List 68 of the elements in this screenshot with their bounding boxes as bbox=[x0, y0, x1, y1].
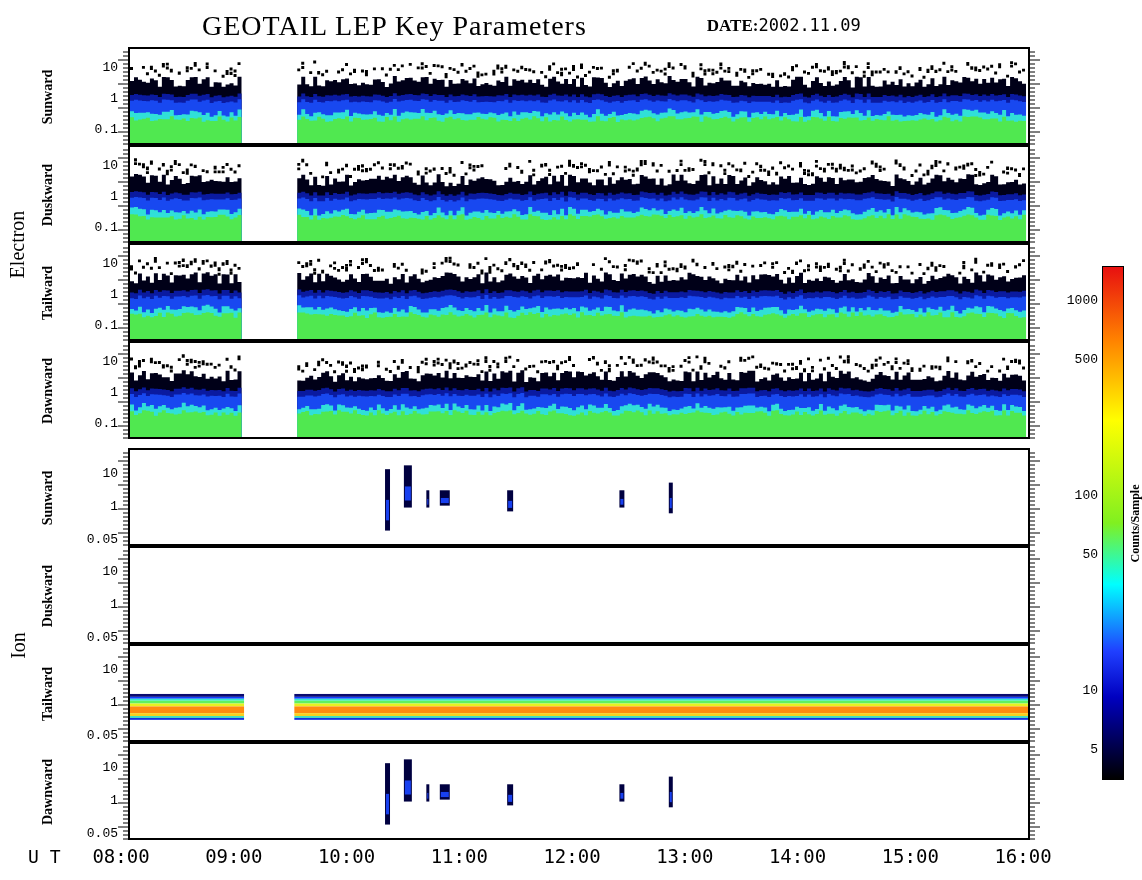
chart-title: GEOTAIL LEP Key Parameters bbox=[202, 9, 587, 43]
panel-label: Sunward bbox=[40, 69, 56, 125]
axis-tick-label: 0.1 bbox=[94, 221, 118, 235]
axis-tick-label: 1 bbox=[110, 500, 118, 514]
axis-tick-label: 0.1 bbox=[94, 319, 118, 333]
colorbar-tick-label: 10 bbox=[1082, 684, 1098, 699]
date-value: 2002.11.09 bbox=[758, 15, 861, 35]
particle-burst bbox=[507, 490, 514, 512]
axis-tick-label: 0.1 bbox=[94, 123, 118, 137]
panel-label: Tailward bbox=[40, 266, 56, 320]
particle-burst bbox=[426, 784, 430, 802]
particle-burst bbox=[619, 784, 625, 802]
date-label: DATE: bbox=[706, 16, 759, 35]
axis-tick-label: 10:00 bbox=[316, 845, 377, 867]
axis-tick-label: 14:00 bbox=[767, 845, 828, 867]
axis-tick-label: 15:00 bbox=[880, 845, 940, 867]
particle-burst bbox=[668, 482, 673, 514]
axis-tick-label: 10 bbox=[102, 355, 118, 369]
colorbar-tick-label: 1000 bbox=[1066, 294, 1098, 309]
axis-tick-label: 10 bbox=[102, 159, 118, 173]
axis-tick-label: 09:00 bbox=[204, 845, 264, 867]
axis-tick-label: 1 bbox=[110, 794, 118, 808]
axis-tick-label: 0.05 bbox=[86, 631, 118, 645]
axis-tick-label: 0.05 bbox=[86, 827, 118, 841]
particle-burst bbox=[385, 469, 390, 531]
panel-label: Dawnward bbox=[40, 357, 56, 425]
axis-tick-label: 16:00 bbox=[993, 845, 1053, 867]
axis-tick-label: 10 bbox=[102, 257, 118, 271]
axis-tick-label: 0.1 bbox=[94, 417, 118, 431]
particle-burst bbox=[426, 490, 430, 508]
axis-tick-label: 12:00 bbox=[542, 845, 602, 867]
colorbar-tick-label: 5 bbox=[1090, 742, 1098, 757]
axis-tick-label: 0.05 bbox=[86, 533, 118, 547]
panel-label: Dawnward bbox=[40, 758, 56, 826]
particle-burst bbox=[619, 490, 625, 508]
particle-burst bbox=[439, 490, 450, 506]
axis-tick-label: 08:00 bbox=[91, 845, 151, 867]
axis-tick-label: 11:00 bbox=[429, 845, 489, 867]
colorbar-tick-label: 100 bbox=[1074, 489, 1098, 504]
axis-tick-label: 10 bbox=[102, 467, 118, 481]
axis-tick-label: 13:00 bbox=[655, 845, 715, 867]
panel-label: Duskward bbox=[40, 163, 56, 227]
colorbar-title: Counts/Sample bbox=[1127, 484, 1142, 562]
particle-burst bbox=[385, 763, 390, 825]
axis-tick-label: 0.05 bbox=[86, 729, 118, 743]
panel-label: Sunward bbox=[40, 470, 56, 526]
axis-tick-label: 1 bbox=[110, 696, 118, 710]
group-label: Ion bbox=[6, 631, 30, 659]
axis-tick-label: 1 bbox=[110, 386, 118, 400]
particle-burst bbox=[403, 759, 412, 802]
colorbar-tick-label: 500 bbox=[1074, 352, 1098, 367]
axis-tick-label: 10 bbox=[102, 565, 118, 579]
axis-tick-label: 1 bbox=[110, 92, 118, 106]
particle-burst bbox=[403, 465, 412, 508]
panel-label: Tailward bbox=[40, 667, 56, 721]
axis-tick-label: 1 bbox=[110, 288, 118, 302]
axis-tick-label: 1 bbox=[110, 598, 118, 612]
axis-tick-label: 10 bbox=[102, 61, 118, 75]
particle-burst bbox=[439, 784, 450, 800]
time-axis-label: U T bbox=[27, 845, 62, 867]
particle-burst bbox=[668, 776, 673, 808]
axis-tick-label: 10 bbox=[102, 663, 118, 677]
colorbar-tick-label: 50 bbox=[1082, 547, 1098, 562]
axis-tick-label: 1 bbox=[110, 190, 118, 204]
particle-burst bbox=[507, 784, 514, 806]
group-label: Electron bbox=[6, 210, 30, 278]
axis-tick-label: 10 bbox=[102, 761, 118, 775]
panel-label: Duskward bbox=[40, 564, 56, 628]
